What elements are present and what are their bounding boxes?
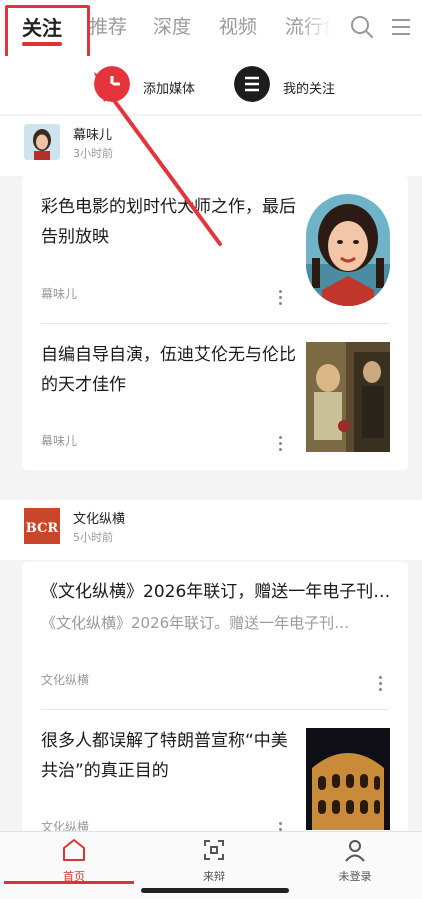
avatar-logo-text: BCR — [26, 521, 59, 536]
list-item[interactable]: 很多人都误解了特朗普宣称“中美共治”的真正目的 文化纵横 — [22, 710, 408, 837]
tab-in-depth[interactable]: 深度 — [153, 12, 191, 39]
avatar: BCR — [24, 508, 60, 544]
article-title[interactable]: 《文化纵横》2026年联订，赠送一年电子刊… — [41, 577, 391, 607]
menu-icon[interactable] — [388, 14, 414, 40]
post-time: 5小时前 — [73, 531, 113, 544]
author-name[interactable]: 文化纵横 — [73, 508, 125, 527]
nav-debate[interactable]: 来辩 — [174, 838, 254, 884]
nav-profile[interactable]: 未登录 — [315, 838, 395, 884]
tab-video[interactable]: 视频 — [219, 12, 257, 39]
author-name[interactable]: 幕味儿 — [73, 124, 112, 143]
active-nav-indicator — [4, 881, 134, 884]
article-source: 幕味儿 — [41, 434, 78, 448]
article-source: 幕味儿 — [41, 287, 78, 301]
scan-icon — [204, 840, 224, 860]
list-item[interactable]: 彩色电影的划时代大师之作，最后告别放映 幕味儿 — [22, 176, 408, 324]
article-card: 《文化纵横》2026年联订，赠送一年电子刊… 《文化纵横》2026年联订。赠送一… — [22, 562, 408, 837]
article-thumbnail[interactable] — [306, 728, 390, 830]
nav-home[interactable]: 首页 — [34, 838, 114, 884]
author-header[interactable]: 幕味儿 3小时前 — [0, 116, 422, 176]
article-thumbnail[interactable] — [306, 194, 390, 306]
home-indicator — [141, 888, 289, 893]
article-subtitle: 《文化纵横》2026年联订。赠送一年电子刊… — [41, 614, 350, 632]
list-item[interactable]: 自编自导自演，伍迪艾伦无与伦比的天才佳作 幕味儿 — [22, 324, 408, 470]
article-title[interactable]: 自编自导自演，伍迪艾伦无与伦比的天才佳作 — [41, 340, 297, 400]
article-card: 彩色电影的划时代大师之作，最后告别放映 幕味儿 自编自导自演，伍迪艾伦无与伦比的… — [22, 176, 408, 470]
author-header[interactable]: BCR 文化纵横 5小时前 — [0, 500, 422, 560]
list-item[interactable]: 《文化纵横》2026年联订，赠送一年电子刊… 《文化纵横》2026年联订。赠送一… — [22, 562, 408, 708]
my-follow-button[interactable] — [234, 66, 270, 102]
search-icon[interactable] — [349, 14, 375, 40]
more-options-icon[interactable] — [277, 290, 283, 308]
article-thumbnail[interactable] — [306, 342, 390, 452]
home-icon — [63, 839, 85, 861]
article-source: 文化纵横 — [41, 673, 90, 687]
add-media-button[interactable] — [94, 66, 130, 102]
tab-recommended[interactable]: 推荐 — [89, 12, 127, 39]
my-follow-label[interactable]: 我的关注 — [283, 78, 335, 97]
tab-overflow-fade — [300, 8, 344, 48]
nav-debate-label: 来辩 — [203, 870, 225, 883]
article-title[interactable]: 彩色电影的划时代大师之作，最后告别放映 — [41, 192, 297, 252]
add-media-label[interactable]: 添加媒体 — [143, 78, 195, 97]
user-icon — [345, 840, 365, 862]
avatar — [24, 124, 60, 160]
more-options-icon[interactable] — [277, 436, 283, 454]
media-actions-row: 添加媒体 我的关注 — [0, 56, 422, 114]
post-time: 3小时前 — [73, 147, 113, 160]
more-options-icon[interactable] — [377, 676, 383, 694]
article-title[interactable]: 很多人都误解了特朗普宣称“中美共治”的真正目的 — [41, 726, 297, 786]
nav-profile-label: 未登录 — [338, 870, 372, 883]
